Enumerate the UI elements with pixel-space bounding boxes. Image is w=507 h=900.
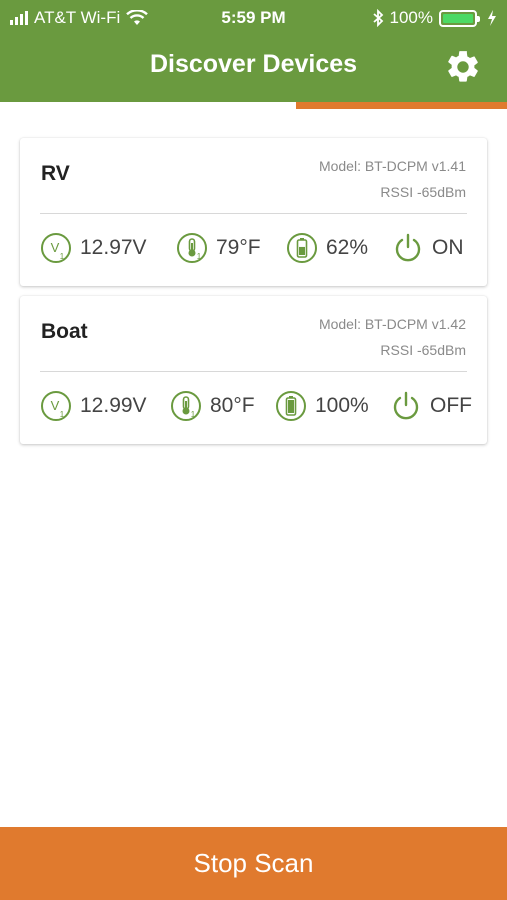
device-rssi: RSSI -65dBm [380, 184, 466, 200]
battery-percent: 100% [389, 8, 433, 27]
divider [40, 213, 467, 214]
device-card-boat[interactable]: Boat Model: BT-DCPM v1.42 RSSI -65dBm V … [20, 296, 487, 444]
temperature-value: 80°F [210, 394, 255, 417]
divider [40, 371, 467, 372]
voltage-value: 12.99V [80, 394, 147, 417]
voltage-icon: V 1 [41, 391, 71, 421]
battery-value: 62% [326, 236, 369, 259]
device-rssi: RSSI -65dBm [380, 342, 466, 358]
battery-stat: 62% [286, 232, 368, 264]
temperature-value: 79°F [216, 236, 261, 259]
voltage-icon: V 1 [41, 233, 71, 263]
battery-stat: 100% [275, 390, 369, 422]
power-icon [393, 391, 419, 420]
battery-value: 100% [315, 394, 369, 417]
stop-scan-button[interactable]: Stop Scan [0, 827, 507, 900]
thermometer-icon: 1 [177, 233, 207, 263]
svg-text:1: 1 [60, 252, 65, 261]
power-stat: OFF [390, 390, 472, 422]
voltage-stat: V 1 12.97V [40, 232, 147, 264]
temperature-stat: 1 79°F [176, 232, 261, 264]
status-bar: AT&T Wi-Fi 5:59 PM 100% [0, 0, 507, 36]
temperature-stat: 1 80°F [170, 390, 255, 422]
page-title: Discover Devices [149, 50, 358, 78]
svg-text:1: 1 [191, 410, 196, 419]
battery-level-fill [299, 246, 305, 255]
battery-level-icon [287, 233, 317, 263]
device-name: RV [41, 162, 70, 185]
svg-text:V: V [51, 240, 60, 255]
thermometer-icon: 1 [171, 391, 201, 421]
power-value: ON [432, 236, 464, 259]
header-accent-bar [296, 102, 507, 109]
device-model: Model: BT-DCPM v1.42 [318, 316, 466, 332]
device-model: Model: BT-DCPM v1.41 [318, 158, 466, 174]
battery-icon [439, 9, 480, 27]
battery-level-fill [288, 400, 294, 413]
battery-level-icon [276, 391, 306, 421]
svg-text:V: V [51, 398, 60, 413]
power-value: OFF [430, 394, 472, 417]
app-header: AT&T Wi-Fi 5:59 PM 100% Discover Devices [0, 0, 507, 102]
device-name: Boat [41, 320, 88, 343]
device-card-rv[interactable]: RV Model: BT-DCPM v1.41 RSSI -65dBm V 1 … [20, 138, 487, 286]
voltage-value: 12.97V [80, 236, 147, 259]
svg-text:1: 1 [60, 410, 65, 419]
svg-text:1: 1 [197, 252, 202, 261]
power-icon [395, 233, 421, 262]
charging-icon [488, 10, 496, 26]
power-stat: ON [392, 232, 464, 264]
bluetooth-icon [372, 9, 383, 27]
gear-icon[interactable] [444, 48, 482, 86]
voltage-stat: V 1 12.99V [40, 390, 147, 422]
